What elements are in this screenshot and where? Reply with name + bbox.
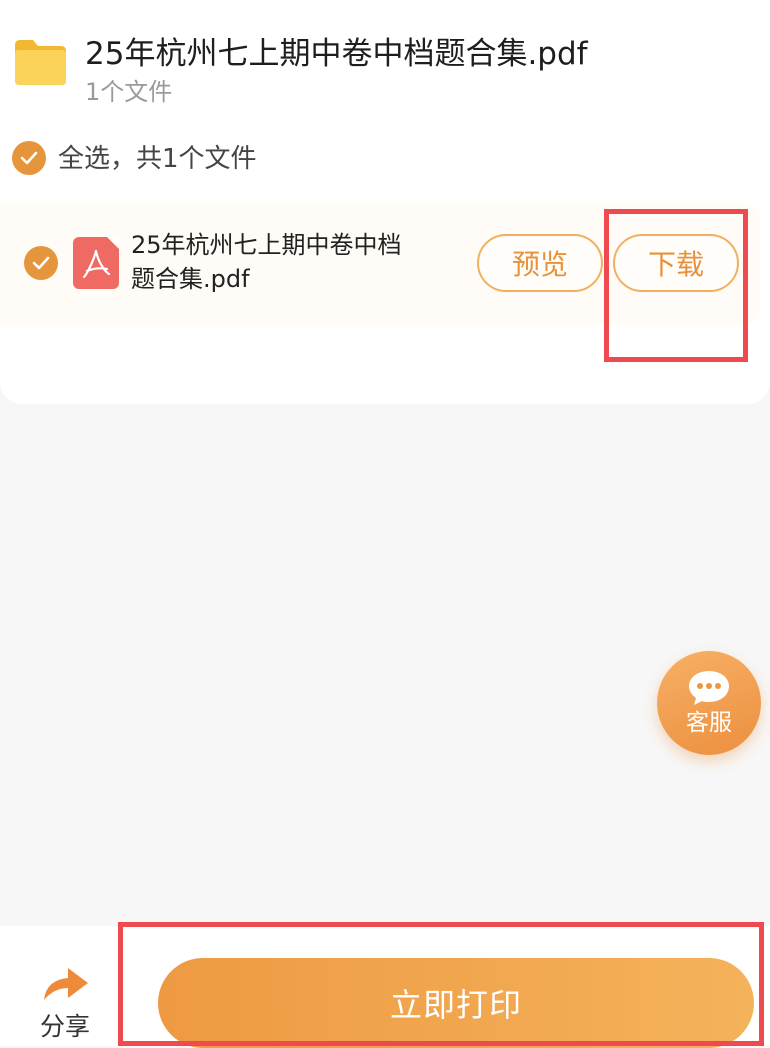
chat-bubble-icon bbox=[689, 671, 729, 705]
checkmark-icon bbox=[32, 256, 50, 270]
preview-button[interactable]: 预览 bbox=[477, 234, 603, 292]
customer-service-label: 客服 bbox=[686, 710, 732, 736]
file-name[interactable]: 25年杭州七上期中卷中档题合集.pdf bbox=[131, 228, 421, 296]
checkmark-icon bbox=[20, 151, 38, 165]
folder-icon bbox=[15, 40, 66, 85]
customer-service-button[interactable]: 客服 bbox=[657, 651, 761, 755]
share-label[interactable]: 分享 bbox=[40, 1010, 90, 1044]
folder-title: 25年杭州七上期中卷中档题合集.pdf bbox=[85, 36, 588, 72]
select-all-label: 全选，共1个文件 bbox=[58, 144, 257, 174]
acrobat-glyph-icon bbox=[82, 249, 111, 279]
print-now-button[interactable]: 立即打印 bbox=[158, 958, 754, 1048]
folder-file-count: 1个文件 bbox=[85, 78, 173, 106]
select-all-checkbox[interactable] bbox=[12, 141, 46, 175]
file-checkbox[interactable] bbox=[24, 246, 58, 280]
share-icon[interactable] bbox=[40, 962, 92, 1004]
pdf-file-icon bbox=[73, 237, 119, 289]
file-list-card: 25年杭州七上期中卷中档题合集.pdf 1个文件 全选，共1个文件 25年杭州七… bbox=[0, 0, 770, 404]
download-button[interactable]: 下载 bbox=[613, 234, 739, 292]
